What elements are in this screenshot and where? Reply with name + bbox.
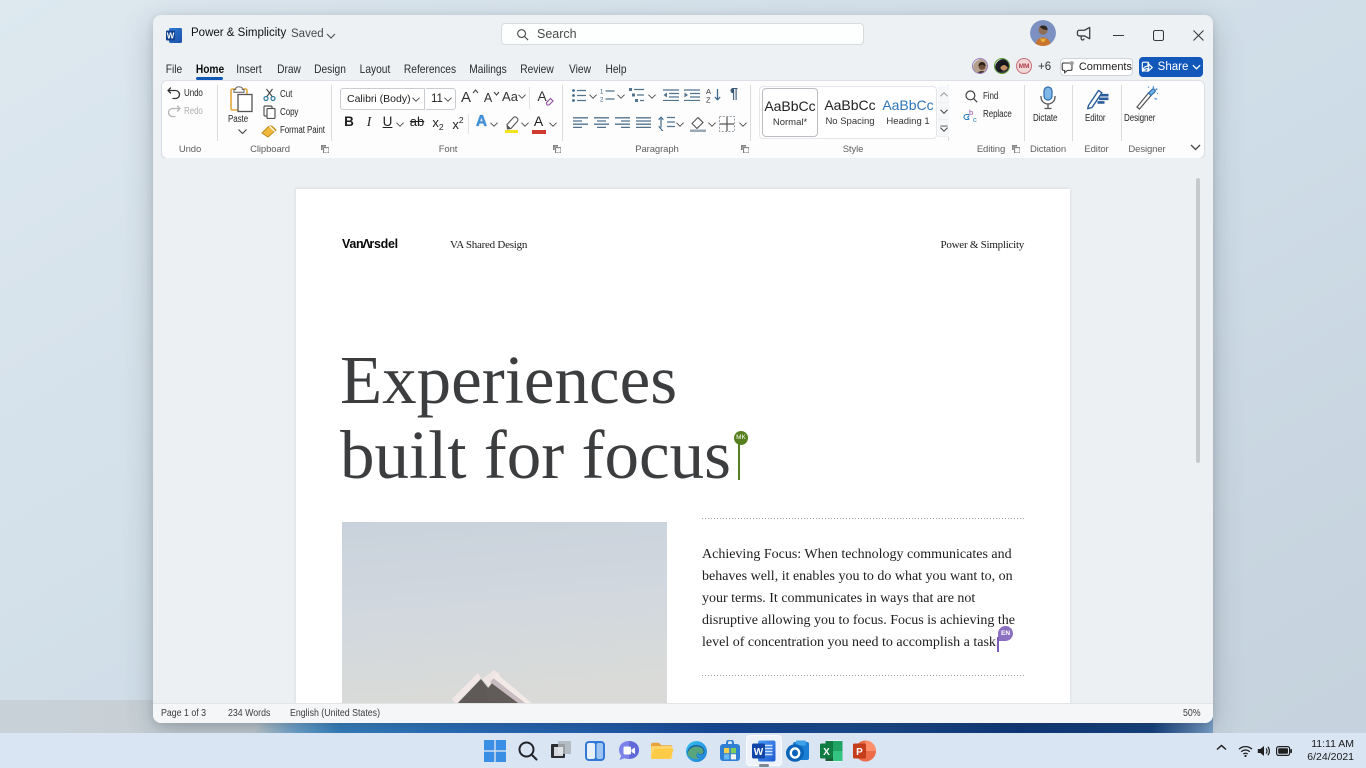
svg-text:c: c: [973, 115, 977, 123]
svg-text:W: W: [754, 747, 764, 758]
svg-text:Z: Z: [706, 96, 711, 104]
svg-text:W: W: [167, 32, 175, 41]
svg-text:X: X: [823, 747, 830, 758]
svg-text:1: 1: [600, 90, 604, 96]
svg-text:P: P: [856, 747, 863, 758]
svg-text:2: 2: [600, 98, 604, 103]
